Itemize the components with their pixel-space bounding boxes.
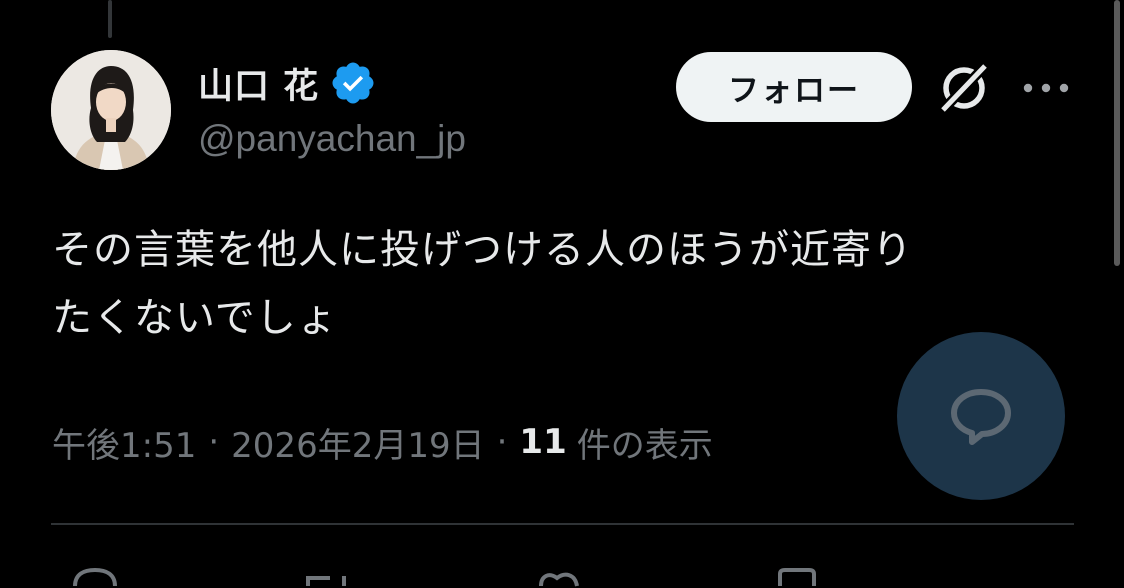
- author-display-name[interactable]: 山口 花: [198, 58, 319, 109]
- grok-icon[interactable]: [934, 58, 994, 118]
- scrollbar[interactable]: [1110, 0, 1124, 577]
- meta-separator: ·: [496, 422, 508, 462]
- thread-connector-line: [108, 0, 112, 38]
- more-options-icon[interactable]: [1018, 68, 1074, 108]
- follow-button[interactable]: フォロー: [676, 52, 912, 122]
- repost-action-icon[interactable]: [300, 568, 360, 588]
- divider: [51, 523, 1074, 525]
- tweet-time[interactable]: 午後1:51: [52, 418, 196, 467]
- meta-separator: ·: [208, 422, 220, 462]
- views-count[interactable]: 11: [519, 422, 566, 462]
- tweet-date[interactable]: 2026年2月19日: [231, 418, 484, 467]
- bookmark-action-icon[interactable]: [772, 568, 822, 588]
- reply-action-icon[interactable]: [70, 568, 120, 588]
- tweet-metadata: 午後1:51 · 2026年2月19日 · 11 件の表示: [52, 416, 713, 468]
- author-name-row: 山口 花: [198, 56, 377, 110]
- tweet-text-line: その言葉を他人に投げつける人のほうが近寄り: [52, 227, 913, 273]
- avatar[interactable]: [51, 50, 171, 170]
- tweet-text-line: たくないでしょ: [52, 295, 338, 341]
- views-label[interactable]: 件の表示: [577, 418, 713, 467]
- verified-badge-icon[interactable]: [329, 59, 377, 107]
- tweet-text: その言葉を他人に投げつける人のほうが近寄り たくないでしょ: [52, 216, 1062, 352]
- reply-button[interactable]: [897, 332, 1065, 500]
- reply-icon: [951, 389, 1011, 445]
- action-bar: [0, 560, 1124, 587]
- scrollbar-thumb[interactable]: [1114, 0, 1120, 266]
- author-handle[interactable]: @panyachan_jp: [198, 118, 466, 160]
- like-action-icon[interactable]: [535, 568, 585, 588]
